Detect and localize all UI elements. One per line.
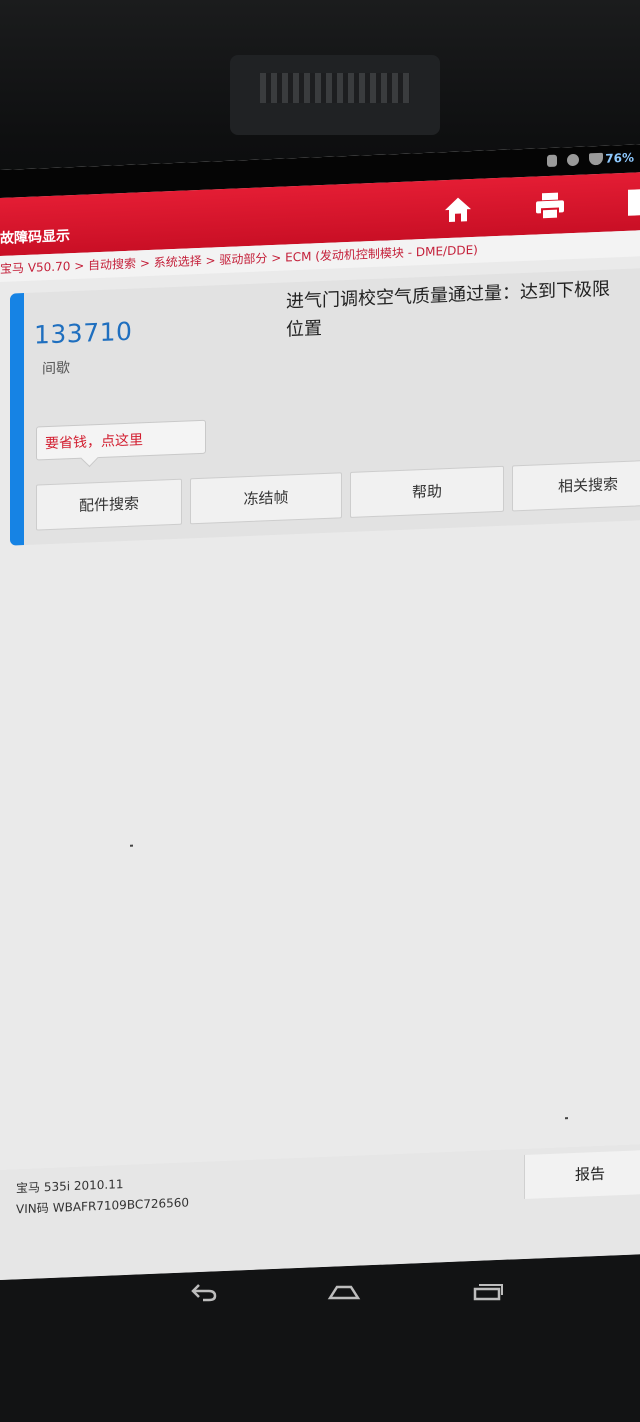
page-title: 故障码显示 bbox=[0, 228, 70, 247]
freeze-frame-button[interactable]: 冻结帧 bbox=[190, 472, 342, 525]
save-money-tip[interactable]: 要省钱，点这里 bbox=[36, 419, 206, 461]
screen-speck bbox=[130, 844, 133, 847]
print-icon bbox=[536, 192, 564, 221]
related-search-button[interactable]: 相关搜索 bbox=[512, 459, 640, 512]
back-icon bbox=[191, 1284, 217, 1302]
home-nav-button[interactable] bbox=[324, 1278, 364, 1306]
recent-apps-button[interactable] bbox=[468, 1278, 508, 1306]
vin-label: VIN码 bbox=[16, 1201, 49, 1217]
report-button[interactable]: 报告 bbox=[524, 1149, 640, 1199]
tablet-screen: 76% 故障码显示 宝马 V50.70 > 自动搜索 > 系统选择 > 驱动部分… bbox=[0, 144, 640, 1281]
air-vent bbox=[230, 55, 440, 135]
exit-button[interactable] bbox=[608, 177, 640, 227]
footer-bar: 宝马 535i 2010.11 VIN码 WBAFR7109BC726560 报告 bbox=[0, 1144, 640, 1280]
bluetooth-icon bbox=[547, 154, 557, 168]
vin-value: WBAFR7109BC726560 bbox=[52, 1195, 190, 1215]
battery-percent: 76% bbox=[605, 150, 634, 166]
vin-row: VIN码 WBAFR7109BC726560 bbox=[16, 1193, 189, 1217]
home-nav-icon bbox=[327, 1285, 361, 1300]
android-nav-bar bbox=[0, 1262, 640, 1322]
print-button[interactable] bbox=[520, 181, 580, 231]
vehicle-info: 宝马 535i 2010.11 bbox=[16, 1177, 124, 1196]
home-button[interactable] bbox=[428, 184, 488, 234]
sync-icon bbox=[567, 153, 579, 167]
fault-code-card: 133710 间歇 进气门调校空气质量通过量：达到下极限 位置 要省钱，点这里 … bbox=[10, 267, 640, 546]
card-accent-bar bbox=[10, 293, 24, 546]
fault-code: 133710 bbox=[34, 316, 133, 350]
parts-search-button[interactable]: 配件搜索 bbox=[36, 478, 182, 531]
help-button[interactable]: 帮助 bbox=[350, 465, 504, 518]
wifi-icon bbox=[589, 152, 603, 166]
screen-speck bbox=[565, 1117, 568, 1120]
back-button[interactable] bbox=[184, 1278, 224, 1306]
fault-status: 间歇 bbox=[42, 360, 70, 378]
exit-icon bbox=[628, 189, 640, 216]
home-icon bbox=[445, 197, 471, 222]
fault-description: 进气门调校空气质量通过量：达到下极限 位置 bbox=[286, 273, 640, 344]
recent-apps-icon bbox=[473, 1284, 503, 1301]
